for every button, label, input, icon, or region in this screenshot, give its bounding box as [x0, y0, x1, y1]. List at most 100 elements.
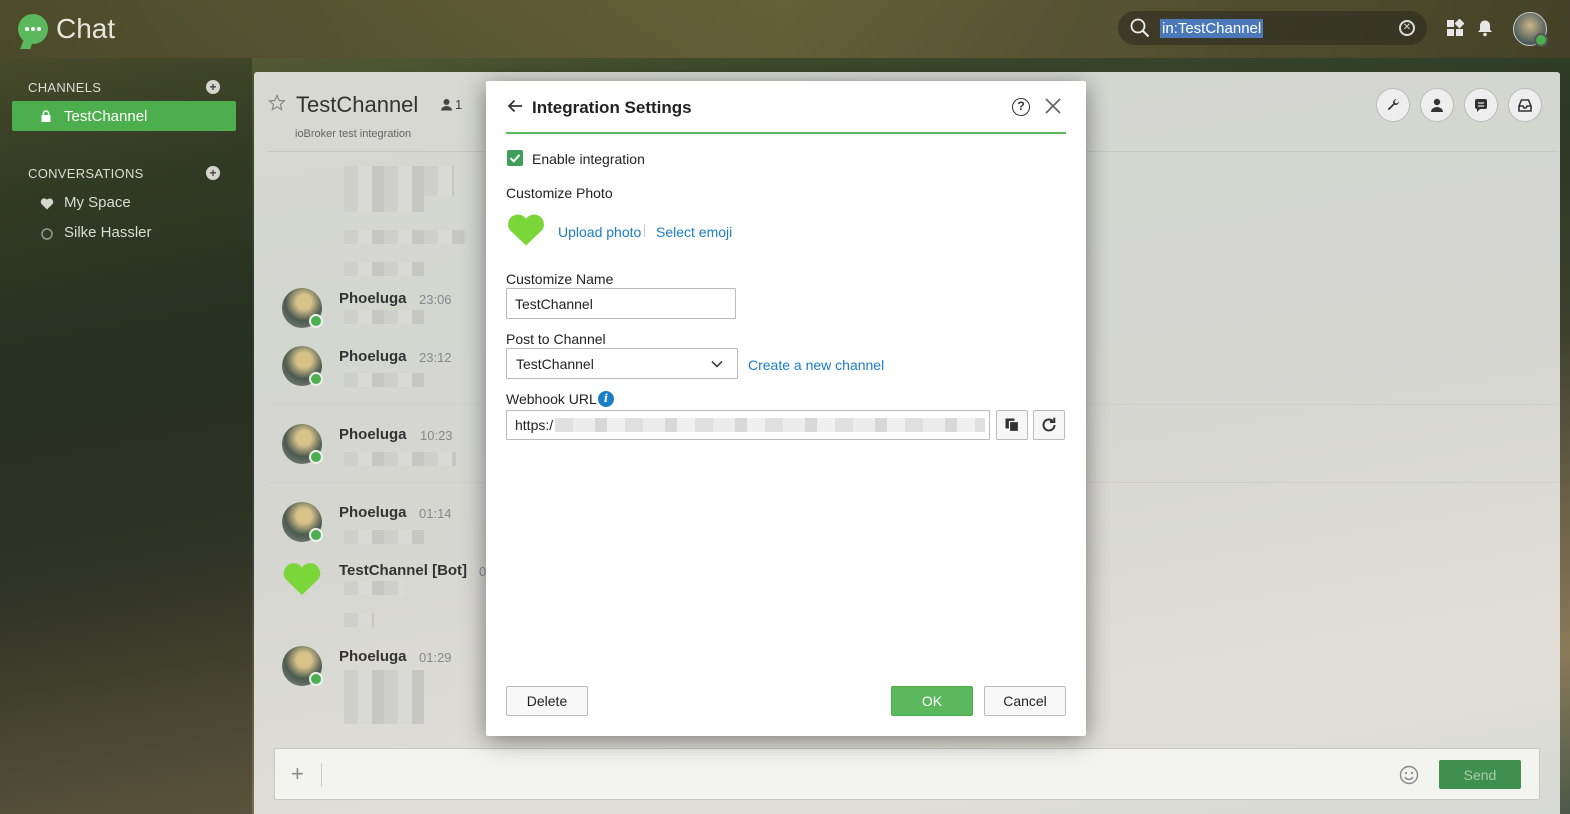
- heart-icon: [40, 198, 54, 210]
- refresh-icon: [1042, 417, 1056, 432]
- sidebar-item-label: Silke Hassler: [64, 224, 152, 241]
- inbox-icon: [1518, 99, 1532, 112]
- add-conversation-button[interactable]: +: [206, 166, 220, 180]
- message-time: 01:14: [419, 506, 452, 521]
- composer-divider: [321, 763, 322, 787]
- app-title: Chat: [56, 13, 116, 44]
- channel-description: ioBroker test integration: [295, 128, 412, 140]
- ok-button[interactable]: OK: [891, 686, 973, 716]
- customize-photo-label: Customize Photo: [506, 185, 613, 201]
- blurred-message-content: [344, 310, 424, 324]
- avatar[interactable]: [282, 346, 323, 386]
- copy-url-button[interactable]: [996, 410, 1028, 440]
- cancel-button[interactable]: Cancel: [984, 686, 1066, 716]
- message-time: 23:12: [419, 350, 452, 365]
- checkmark-icon: [509, 154, 521, 163]
- app-logo[interactable]: Chat: [18, 13, 115, 45]
- blurred-url: [555, 418, 986, 432]
- chat-history-button[interactable]: [1464, 88, 1498, 122]
- message-author[interactable]: Phoeluga: [339, 504, 407, 521]
- chevron-down-icon: [711, 360, 723, 368]
- avatar[interactable]: [282, 424, 323, 464]
- member-count-value: 1: [455, 97, 463, 112]
- info-icon[interactable]: i: [598, 391, 614, 407]
- chat-logo-icon: [18, 14, 48, 44]
- sidebar-item-my-space[interactable]: My Space: [40, 194, 131, 211]
- clear-search-icon[interactable]: ✕: [1399, 20, 1415, 36]
- message-author[interactable]: TestChannel [Bot]: [339, 562, 467, 579]
- add-channel-button[interactable]: +: [206, 80, 220, 94]
- upload-photo-link[interactable]: Upload photo: [558, 224, 641, 240]
- chat-bubble-icon: [1475, 99, 1487, 112]
- post-to-channel-label: Post to Channel: [506, 331, 606, 347]
- blurred-message-content: [344, 262, 424, 276]
- create-channel-link[interactable]: Create a new channel: [748, 357, 884, 373]
- blurred-message-content: [344, 166, 454, 196]
- link-separator: [644, 224, 645, 237]
- avatar[interactable]: [282, 646, 323, 686]
- user-avatar[interactable]: [1513, 12, 1548, 47]
- bell-icon[interactable]: [1476, 19, 1494, 37]
- blurred-message-content: [344, 373, 424, 387]
- sidebar-item-label: TestChannel: [64, 107, 148, 125]
- message-composer[interactable]: + Send: [274, 748, 1540, 800]
- member-icon: [441, 99, 452, 111]
- star-icon[interactable]: [268, 94, 286, 112]
- inbox-button[interactable]: [1508, 88, 1542, 122]
- regenerate-url-button[interactable]: [1033, 410, 1065, 440]
- post-to-channel-select[interactable]: TestChannel: [506, 348, 738, 379]
- avatar[interactable]: [282, 288, 323, 328]
- wrench-icon: [1387, 99, 1399, 111]
- webhook-url-field[interactable]: https:/: [506, 410, 990, 440]
- blurred-message-content: [344, 452, 456, 466]
- sidebar: CHANNELS + TestChannel CONVERSATIONS + M…: [0, 58, 252, 814]
- select-emoji-link[interactable]: Select emoji: [656, 224, 732, 240]
- enable-integration-label[interactable]: Enable integration: [532, 151, 645, 167]
- lock-icon: [41, 110, 51, 122]
- message-author[interactable]: Phoeluga: [339, 426, 407, 443]
- close-icon[interactable]: [1044, 97, 1062, 115]
- dialog-title: Integration Settings: [532, 98, 692, 117]
- webhook-url-label: Webhook URL: [506, 391, 597, 407]
- wrench-button[interactable]: [1376, 88, 1410, 122]
- bot-heart-avatar-icon[interactable]: [282, 561, 322, 597]
- blurred-message-content: [344, 581, 406, 595]
- blurred-message-content: [344, 230, 466, 244]
- search-input[interactable]: in:TestChannel: [1160, 18, 1264, 38]
- send-button[interactable]: Send: [1439, 760, 1521, 789]
- top-bar: Chat in:TestChannel ✕: [0, 0, 1570, 58]
- delete-button[interactable]: Delete: [506, 686, 588, 716]
- customize-name-input[interactable]: [506, 288, 736, 319]
- members-button[interactable]: [1420, 88, 1454, 122]
- sidebar-item-label: My Space: [64, 194, 131, 211]
- apps-grid-icon[interactable]: [1446, 19, 1464, 37]
- integration-settings-dialog: Integration Settings ? Enable integratio…: [486, 81, 1086, 736]
- sidebar-item-testchannel[interactable]: TestChannel: [12, 101, 236, 131]
- add-attachment-icon[interactable]: +: [291, 763, 304, 785]
- emoji-icon[interactable]: [1399, 765, 1419, 785]
- member-count[interactable]: 1: [440, 97, 462, 112]
- customize-name-label: Customize Name: [506, 271, 614, 287]
- blurred-message-content: [344, 530, 424, 544]
- conversations-section-title: CONVERSATIONS: [28, 166, 144, 181]
- back-arrow-icon[interactable]: [506, 97, 524, 115]
- sidebar-item-silke-hassler[interactable]: Silke Hassler: [41, 224, 152, 241]
- presence-dot-icon: [41, 228, 53, 240]
- webhook-url-value: https:/: [515, 417, 554, 433]
- message-author[interactable]: Phoeluga: [339, 290, 407, 307]
- person-icon: [1431, 98, 1443, 112]
- blurred-message-content: [344, 613, 374, 627]
- message-author[interactable]: Phoeluga: [339, 648, 407, 665]
- message-author[interactable]: Phoeluga: [339, 348, 407, 365]
- message-time: 23:06: [419, 292, 452, 307]
- enable-integration-checkbox[interactable]: [507, 150, 523, 166]
- avatar[interactable]: [282, 502, 323, 542]
- blurred-message-content: [344, 196, 424, 212]
- message-time: 10:23: [420, 428, 453, 443]
- copy-icon: [1005, 418, 1020, 433]
- message-time: 01:29: [419, 650, 452, 665]
- channels-section-title: CHANNELS: [28, 80, 102, 95]
- help-icon[interactable]: ?: [1012, 98, 1030, 116]
- search-box[interactable]: in:TestChannel ✕: [1118, 11, 1427, 45]
- integration-photo-heart-icon: [508, 214, 544, 246]
